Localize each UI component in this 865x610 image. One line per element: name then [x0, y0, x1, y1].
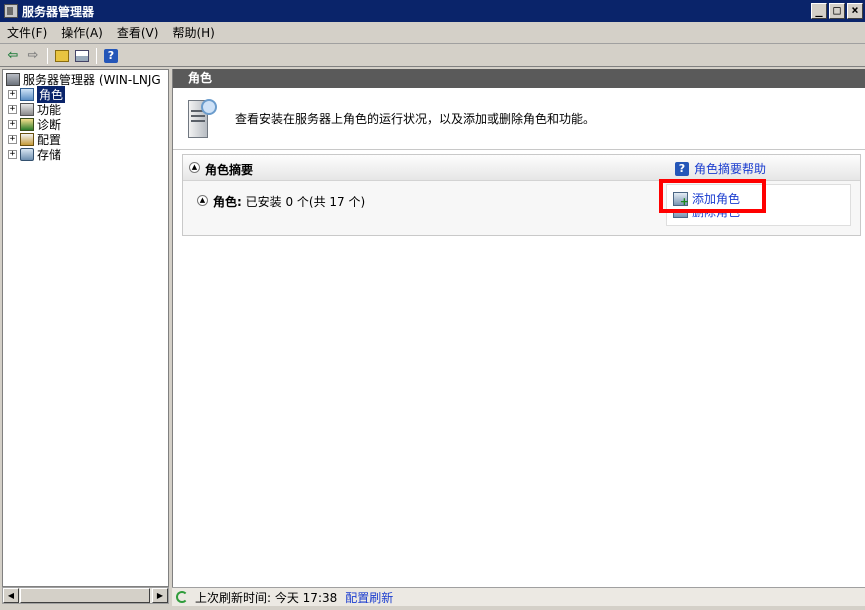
roles-status-line: 角色: 已安装 0 个(共 17 个) — [213, 193, 365, 210]
expand-icon[interactable]: + — [8, 105, 17, 114]
help-icon: ? — [104, 48, 118, 63]
divider — [173, 149, 865, 150]
diagnostics-icon — [20, 118, 34, 131]
toolbar-separator — [47, 47, 48, 64]
show-hide-tree-button[interactable] — [73, 47, 91, 65]
scroll-thumb[interactable] — [20, 588, 150, 603]
scroll-left-button[interactable]: ◀ — [3, 588, 19, 603]
pane-header: 角色 — [173, 69, 865, 88]
collapse-icon[interactable]: ▲ — [197, 195, 208, 206]
tree-horizontal-scrollbar[interactable]: ◀ ▶ — [2, 587, 169, 604]
section-title: 角色摘要 — [205, 163, 254, 177]
toolbar: ⇦ ⇨ ? — [0, 45, 865, 67]
remove-roles-label: 删除角色 — [692, 209, 741, 218]
configure-refresh-link[interactable]: 配置刷新 — [345, 589, 393, 606]
tree-item-storage[interactable]: + 存储 — [8, 147, 61, 162]
forward-arrow-icon: ⇨ — [27, 48, 39, 63]
last-refresh-text: 上次刷新时间: 今天 17:38 — [195, 590, 338, 605]
title-bar[interactable]: 服务器管理器 _ □ × — [0, 0, 865, 22]
intro-text: 查看安装在服务器上角色的运行状况，以及添加或删除角色和功能。 — [235, 112, 596, 126]
server-manager-icon — [4, 4, 18, 18]
up-level-button[interactable] — [53, 47, 71, 65]
roles-summary-help-link[interactable]: ? 角色摘要帮助 — [675, 160, 766, 177]
remove-role-icon — [673, 209, 688, 218]
back-arrow-icon: ⇦ — [7, 48, 19, 63]
back-button[interactable]: ⇦ — [4, 47, 22, 65]
roles-actions: 添加角色 删除角色 — [666, 184, 851, 226]
storage-icon — [20, 148, 34, 161]
roles-icon — [20, 88, 34, 101]
refresh-icon — [176, 591, 188, 603]
scroll-right-button[interactable]: ▶ — [152, 588, 168, 603]
menu-file[interactable]: 文件(F) — [0, 22, 54, 44]
navigation-tree[interactable]: 服务器管理器 (WIN-LNJG + 角色 + 功能 + 诊断 + 配置 + 存… — [2, 69, 169, 587]
server-icon — [6, 73, 20, 86]
main-pane: 角色 查看安装在服务器上角色的运行状况，以及添加或删除角色和功能。 ▲ 角色摘要… — [172, 69, 865, 587]
toolbar-separator — [96, 47, 97, 64]
maximize-button[interactable]: □ — [829, 3, 845, 19]
menu-view[interactable]: 查看(V) — [110, 22, 166, 44]
tree-item-label: 存储 — [37, 148, 62, 162]
roles-summary-section: ▲ 角色摘要 ? 角色摘要帮助 ▲ 角色: 已安装 0 个(共 17 个) 添加… — [182, 154, 861, 236]
help-link-label: 角色摘要帮助 — [694, 162, 767, 176]
window-controls: _ □ × — [811, 3, 863, 19]
tree-item-configuration[interactable]: + 配置 — [8, 132, 61, 147]
close-button[interactable]: × — [847, 3, 863, 19]
expand-icon[interactable]: + — [8, 135, 17, 144]
minimize-button[interactable]: _ — [811, 3, 827, 19]
add-roles-link[interactable]: 添加角色 — [673, 190, 741, 208]
configuration-icon — [20, 133, 34, 146]
tree-root[interactable]: 服务器管理器 (WIN-LNJG — [6, 72, 161, 87]
menu-bar: 文件(F) 操作(A) 查看(V) 帮助(H) — [0, 22, 865, 44]
window-title: 服务器管理器 — [22, 4, 95, 19]
tree-item-roles[interactable]: + 角色 — [8, 86, 66, 103]
expand-icon[interactable]: + — [8, 90, 17, 99]
expand-icon[interactable]: + — [8, 120, 17, 129]
help-button[interactable]: ? — [102, 47, 120, 65]
window-bottom-edge — [0, 606, 865, 610]
show-hide-tree-icon — [75, 49, 89, 62]
up-level-icon — [55, 49, 69, 62]
roles-status: 已安装 0 个(共 17 个) — [245, 195, 366, 209]
remove-roles-link[interactable]: 删除角色 — [673, 209, 740, 218]
server-roles-icon — [184, 96, 218, 140]
expand-icon[interactable]: + — [8, 150, 17, 159]
tree-item-diagnostics[interactable]: + 诊断 — [8, 117, 61, 132]
menu-help[interactable]: 帮助(H) — [165, 22, 221, 44]
section-header: ▲ 角色摘要 ? 角色摘要帮助 — [183, 155, 860, 181]
add-role-icon — [673, 191, 689, 208]
intro-panel: 查看安装在服务器上角色的运行状况，以及添加或删除角色和功能。 — [173, 88, 865, 148]
status-bar: 上次刷新时间: 今天 17:38 配置刷新 — [172, 587, 865, 606]
tree-item-features[interactable]: + 功能 — [8, 102, 61, 117]
features-icon — [20, 103, 34, 116]
menu-action[interactable]: 操作(A) — [54, 22, 110, 44]
help-icon: ? — [675, 161, 689, 176]
add-roles-label: 添加角色 — [692, 192, 741, 206]
roles-label: 角色: — [213, 195, 242, 209]
collapse-icon[interactable]: ▲ — [189, 162, 200, 173]
forward-button[interactable]: ⇨ — [24, 47, 42, 65]
